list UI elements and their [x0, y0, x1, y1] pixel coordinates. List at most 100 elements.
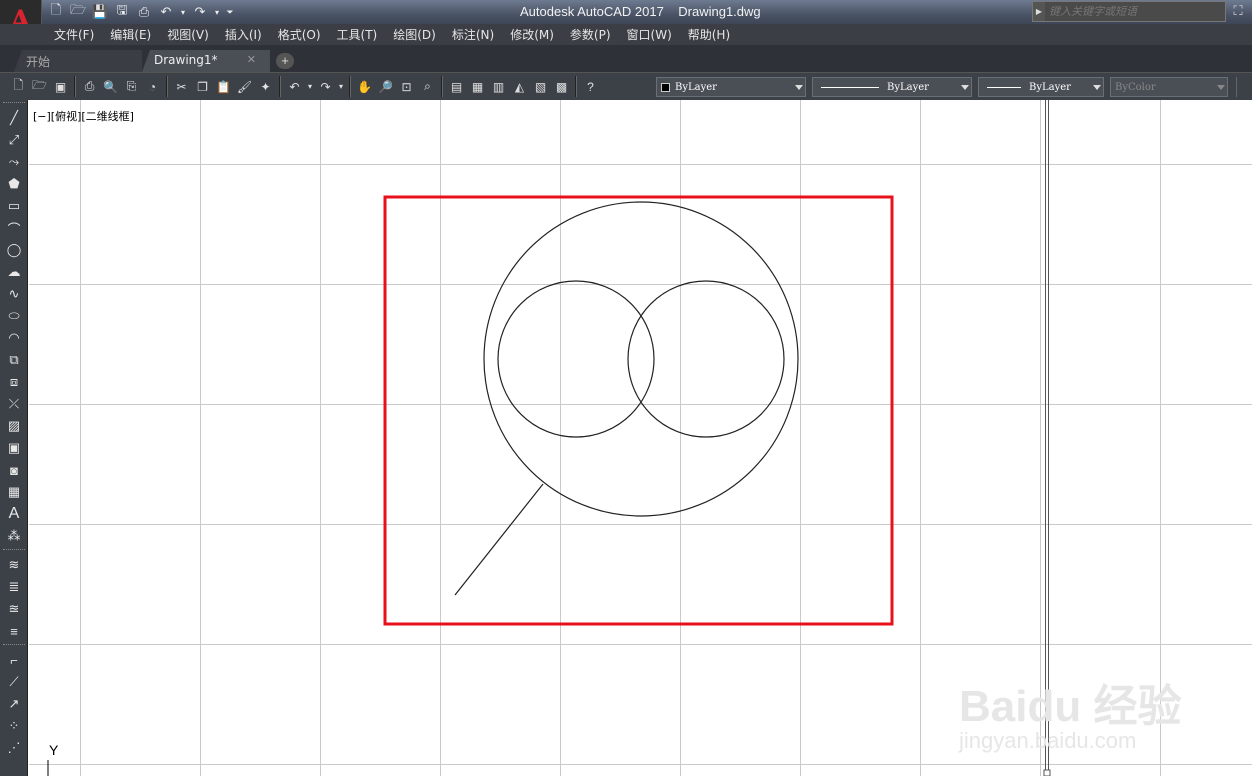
circle-icon[interactable]: ◯ — [0, 239, 28, 261]
drawing-canvas[interactable]: [−][俯视][二维线框] Y Baidu 经验 jingyan.baidu.c… — [29, 100, 1252, 776]
spline-icon[interactable]: ∿ — [0, 283, 28, 305]
search-expand-icon[interactable]: ▶ — [1033, 2, 1045, 21]
window-title: Autodesk AutoCAD 2017 Drawing1.dwg — [520, 4, 761, 19]
menu-dimension[interactable]: 标注(N) — [444, 27, 502, 43]
new-icon[interactable]: 🗋 — [8, 76, 29, 97]
region-icon[interactable]: ◙ — [0, 459, 28, 481]
layer-previous-icon[interactable]: ≊ — [0, 598, 28, 620]
menu-help[interactable]: 帮助(H) — [680, 27, 738, 43]
color-dropdown[interactable]: ByLayer — [656, 77, 806, 97]
pan-icon[interactable]: ✋ — [354, 76, 375, 97]
menu-edit[interactable]: 编辑(E) — [102, 27, 159, 43]
add-selected-icon[interactable]: ⁂ — [0, 525, 28, 547]
revision-cloud-icon[interactable]: ☁ — [0, 261, 28, 283]
arc-icon[interactable]: ⌒ — [0, 217, 28, 239]
large-circle[interactable] — [483, 201, 799, 517]
redo-icon[interactable]: ↷ — [315, 76, 336, 97]
point-icon[interactable]: ⤫ — [0, 393, 28, 415]
hatch-icon[interactable]: ▨ — [0, 415, 28, 437]
menu-format[interactable]: 格式(O) — [270, 27, 329, 43]
viewport-controls-label[interactable]: [−][俯视][二维线框] — [33, 108, 134, 124]
multiline-text-icon[interactable]: A — [0, 503, 28, 525]
lineweight-dropdown[interactable]: ByLayer — [978, 77, 1104, 97]
paste-icon[interactable]: 📋 — [213, 76, 234, 97]
save-icon[interactable]: ▣ — [50, 76, 71, 97]
menu-insert[interactable]: 插入(I) — [217, 27, 270, 43]
toolbar-grip[interactable] — [1236, 77, 1250, 97]
array-icon[interactable]: ⁘ — [0, 715, 28, 737]
open-folder-icon[interactable]: 🗁 — [68, 2, 88, 22]
linetype-dropdown[interactable]: ByLayer — [812, 77, 972, 97]
menu-view[interactable]: 视图(V) — [159, 27, 217, 43]
undo-dropdown-icon[interactable]: ▾ — [178, 2, 188, 22]
zoom-realtime-icon[interactable]: 🔎 — [375, 76, 396, 97]
design-center-icon[interactable]: ▦ — [467, 76, 488, 97]
undo-icon[interactable]: ↶ — [156, 2, 176, 22]
calculator-icon[interactable]: ▩ — [551, 76, 572, 97]
toolbar-grip[interactable] — [3, 102, 25, 105]
binoculars-icon[interactable]: ⛶ — [1228, 3, 1248, 21]
table-icon[interactable]: ▦ — [0, 481, 28, 503]
undo-dropdown-icon[interactable]: ▾ — [305, 76, 315, 97]
publish-icon[interactable]: ⎘ — [121, 76, 142, 97]
make-block-icon[interactable]: ⧈ — [0, 371, 28, 393]
customize-qat-icon[interactable]: ⏷ — [224, 2, 236, 22]
save-icon[interactable]: 💾 — [90, 2, 110, 22]
rectangle-icon[interactable]: ▭ — [0, 195, 28, 217]
new-file-icon[interactable]: 🗋 — [46, 2, 66, 22]
menu-draw[interactable]: 绘图(D) — [385, 27, 444, 43]
help-icon[interactable]: ? — [580, 76, 601, 97]
markup-icon[interactable]: ▧ — [530, 76, 551, 97]
menu-window[interactable]: 窗口(W) — [619, 27, 680, 43]
cut-icon[interactable]: ✂ — [171, 76, 192, 97]
break-icon[interactable]: ⋰ — [0, 737, 28, 759]
polyline-icon[interactable]: ⤳ — [0, 151, 28, 173]
print-icon[interactable]: ⎙ — [134, 2, 154, 22]
fillet-icon[interactable]: ⌐ — [0, 649, 28, 671]
left-circle[interactable] — [497, 280, 655, 438]
block-editor-icon[interactable]: ✦ — [255, 76, 276, 97]
redo-dropdown-icon[interactable]: ▾ — [212, 2, 222, 22]
insert-block-icon[interactable]: ⧉ — [0, 349, 28, 371]
match-properties-icon[interactable]: 🖌 — [234, 76, 255, 97]
zoom-window-icon[interactable]: ⊡ — [396, 76, 417, 97]
menu-parametric[interactable]: 参数(P) — [562, 27, 619, 43]
ellipse-arc-icon[interactable]: ◠ — [0, 327, 28, 349]
copy-icon[interactable]: ❐ — [192, 76, 213, 97]
plotstyle-dropdown[interactable]: ByColor — [1110, 77, 1228, 97]
tab-start[interactable]: 开始 — [14, 50, 142, 72]
undo-icon[interactable]: ↶ — [284, 76, 305, 97]
right-circle[interactable] — [627, 280, 785, 438]
close-tab-icon[interactable]: ✕ — [247, 53, 256, 66]
menu-tools[interactable]: 工具(T) — [329, 27, 386, 43]
toolbar-grip[interactable] — [3, 644, 25, 647]
handle-line[interactable] — [454, 483, 544, 596]
plot-icon[interactable]: ⎙ — [79, 76, 100, 97]
redo-icon[interactable]: ↷ — [190, 2, 210, 22]
zoom-previous-icon[interactable]: ⌕ — [417, 76, 438, 97]
tool-palettes-icon[interactable]: ▥ — [488, 76, 509, 97]
new-tab-button[interactable]: + — [276, 53, 294, 69]
menu-modify[interactable]: 修改(M) — [502, 27, 562, 43]
tab-drawing1[interactable]: Drawing1* ✕ — [142, 50, 270, 72]
redo-dropdown-icon[interactable]: ▾ — [336, 76, 346, 97]
polygon-icon[interactable]: ⬟ — [0, 173, 28, 195]
open-icon[interactable]: 🗁 — [29, 76, 50, 97]
chamfer-icon[interactable]: ⟋ — [0, 671, 28, 693]
properties-icon[interactable]: ▤ — [446, 76, 467, 97]
layer-properties-icon[interactable]: ≋ — [0, 554, 28, 576]
sheet-set-icon[interactable]: ◭ — [509, 76, 530, 97]
construction-line-icon[interactable]: ⤢ — [0, 129, 28, 151]
3d-print-icon[interactable]: ◔ — [142, 76, 163, 97]
search-input[interactable] — [1045, 2, 1225, 21]
gradient-icon[interactable]: ▣ — [0, 437, 28, 459]
layer-match-icon[interactable]: ≡ — [0, 620, 28, 642]
layer-state-icon[interactable]: ≣ — [0, 576, 28, 598]
toolbar-grip[interactable] — [3, 549, 25, 552]
blend-curves-icon[interactable]: ↗ — [0, 693, 28, 715]
menu-file[interactable]: 文件(F) — [46, 27, 102, 43]
plot-preview-icon[interactable]: 🔍 — [100, 76, 121, 97]
line-icon[interactable]: ╱ — [0, 107, 28, 129]
save-as-icon[interactable]: 🖫 — [112, 2, 132, 22]
ellipse-icon[interactable]: ⬭ — [0, 305, 28, 327]
